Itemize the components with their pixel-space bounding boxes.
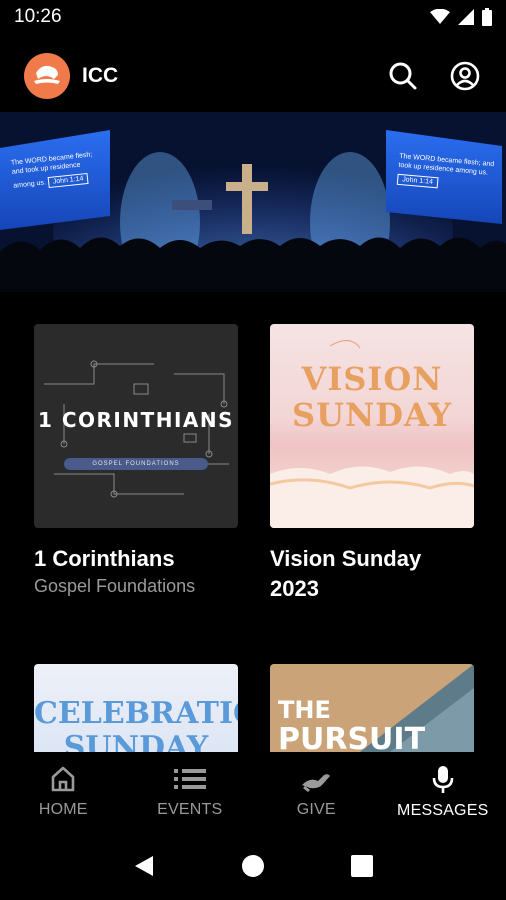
- hero-image: [0, 112, 506, 292]
- search-button[interactable]: [386, 59, 420, 93]
- home-circle-icon[interactable]: [241, 854, 265, 878]
- series-card-1-corinthians[interactable]: 1 CORINTHIANS GOSPEL FOUNDATIONS 1 Corin…: [34, 324, 238, 597]
- series-art-subtitle: GOSPEL FOUNDATIONS: [64, 458, 208, 470]
- series-art-title-line2: PURSUIT: [278, 722, 426, 752]
- hero-banner[interactable]: The WORD became flesh; and took up resid…: [0, 112, 506, 292]
- microphone-icon: [432, 766, 454, 793]
- series-thumbnail: VISION SUNDAY: [270, 324, 474, 528]
- nav-events[interactable]: EVENTS: [127, 752, 254, 832]
- nav-home[interactable]: HOME: [0, 752, 127, 832]
- series-title: 1 Corinthians: [34, 546, 175, 571]
- list-icon: [173, 769, 206, 789]
- church-logo[interactable]: [24, 53, 70, 99]
- series-card-celebration-sunday[interactable]: CELEBRATION SUNDAY: [34, 664, 238, 752]
- series-subtitle: Gospel Foundations: [34, 576, 196, 596]
- back-icon[interactable]: [133, 854, 155, 878]
- recents-icon[interactable]: [351, 855, 373, 877]
- series-art-title-line1: CELEBRATION: [34, 696, 238, 731]
- give-icon: [302, 774, 331, 793]
- nav-events-label: EVENTS: [157, 801, 223, 818]
- nav-messages[interactable]: MESSAGES: [380, 752, 506, 832]
- nav-home-label: HOME: [38, 801, 88, 818]
- app-bar: ICC: [0, 48, 506, 104]
- home-icon: [51, 766, 75, 792]
- series-title: Vision Sunday 2023: [270, 546, 422, 601]
- series-thumbnail: THE PURSUIT: [270, 664, 474, 752]
- nav-messages-label: MESSAGES: [397, 802, 489, 819]
- series-art-title-line1: VISION: [301, 360, 443, 398]
- nav-give[interactable]: GIVE: [253, 752, 380, 832]
- system-navigation: [0, 832, 506, 900]
- signal-icon: [458, 9, 474, 25]
- series-card-the-pursuit[interactable]: THE PURSUIT: [270, 664, 474, 752]
- series-art-title-line1: THE: [278, 696, 331, 724]
- series-card-vision-sunday[interactable]: VISION SUNDAY Vision Sunday 2023: [270, 324, 474, 604]
- status-icons: [430, 8, 492, 26]
- profile-button[interactable]: [448, 59, 482, 93]
- series-thumbnail: CELEBRATION SUNDAY: [34, 664, 238, 752]
- wifi-icon: [430, 9, 450, 24]
- battery-icon: [482, 8, 492, 26]
- status-bar: 10:26: [0, 0, 506, 34]
- logo-mark-icon: [34, 65, 60, 84]
- series-art-title-line2: SUNDAY: [291, 396, 453, 434]
- account-icon: [450, 61, 480, 91]
- nav-give-label: GIVE: [296, 801, 336, 818]
- bottom-navigation: HOME EVENTS GIVE MESSAGES: [0, 752, 506, 832]
- series-art-title-line2: SUNDAY: [63, 730, 209, 752]
- series-thumbnail: 1 CORINTHIANS GOSPEL FOUNDATIONS: [34, 324, 238, 528]
- app-title: ICC: [82, 64, 119, 87]
- status-time: 10:26: [14, 6, 62, 27]
- search-icon: [389, 62, 417, 90]
- series-art-title: 1 CORINTHIANS: [37, 408, 235, 432]
